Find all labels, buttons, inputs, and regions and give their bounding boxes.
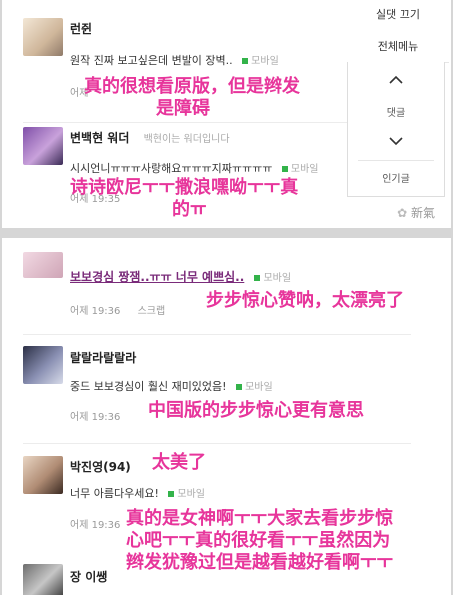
comment-body: 너무 아름다우세요! — [70, 487, 159, 500]
comment-panel-bottom: 보보경심 짱잼..ㅠㅠ 너무 예쁘심.. 모바일 어제 19:36 스크랩 步步… — [2, 238, 451, 595]
side-menu: 실댓 끄기 전체메뉴 댓글 인기글 — [347, 0, 449, 200]
comment-meta: 어제 19:36 스크랩 — [70, 302, 165, 317]
comment-time: 어제 19:36 — [70, 412, 121, 423]
avatar[interactable] — [23, 456, 63, 494]
comment-panel-top: 런쥔 원작 진짜 보고싶은데 변발이 장벽.. 모바일 어제 真的很想看原版，但… — [2, 0, 451, 228]
comment-body[interactable]: 보보경심 짱잼..ㅠㅠ 너무 예쁘심.. — [70, 270, 244, 284]
comment-time: 어제 19:36 — [70, 306, 121, 317]
comment-meta: 어제 19:36 — [70, 408, 120, 423]
divider — [23, 334, 411, 335]
full-menu-button[interactable]: 전체메뉴 — [347, 38, 449, 54]
chevron-up-icon[interactable] — [348, 72, 444, 88]
avatar[interactable] — [23, 127, 63, 165]
watermark-text: 新氣 — [410, 206, 435, 220]
translation-annotation: 步步惊心赞呐，太漂亮了 — [206, 290, 404, 311]
comment-author[interactable]: 장 이쌩 — [70, 568, 107, 585]
comment-author[interactable]: 랄랄라랄랄라 — [70, 349, 136, 366]
mobile-badge: 모바일 — [242, 56, 279, 67]
weibo-logo-icon: ✿ — [397, 206, 408, 220]
comment-body: 중드 보보경심이 훨신 재미있었음! — [70, 380, 227, 393]
translation-annotation: 真的是女神啊ㅜㅜ大家去看步步惊 心吧ㅜㅜ真的很好看ㅜㅜ虽然因为 辫发犹豫过但是越… — [126, 508, 394, 573]
side-nav-box: 댓글 인기글 — [347, 62, 445, 197]
avatar[interactable] — [23, 346, 63, 384]
comment-body: 시시언니ㅠㅠㅠ사랑해요ㅠㅠㅠ지짜ㅠㅠㅠㅠ — [70, 162, 273, 175]
comment-author[interactable]: 변백현 워더 — [70, 131, 129, 145]
author-intro: 백현이는 워더입니다 — [143, 134, 230, 145]
translation-annotation-short: 太美了 — [152, 452, 206, 473]
chevron-down-icon[interactable] — [348, 134, 444, 150]
scrap-link[interactable]: 스크랩 — [138, 306, 166, 317]
comment-author[interactable]: 런쥔 — [70, 20, 92, 37]
comment-meta: 어제 19:36 — [70, 516, 120, 531]
popular-posts-button[interactable]: 인기글 — [348, 170, 444, 185]
comment-time: 어제 19:36 — [70, 520, 121, 531]
translation-annotation: 中国版的步步惊心更有意思 — [148, 400, 364, 421]
divider — [23, 443, 411, 444]
translation-annotation: 真的很想看原版，但是辫发 是障碍 — [84, 76, 300, 119]
comment-text: 보보경심 짱잼..ㅠㅠ 너무 예쁘심.. 모바일 — [70, 268, 291, 285]
comment-text: 원작 진짜 보고싶은데 변발이 장벽.. 모바일 — [70, 52, 279, 68]
mobile-badge: 모바일 — [254, 273, 291, 284]
avatar[interactable] — [23, 18, 63, 56]
comment-author-line: 변백현 워더 백현이는 워더입니다 — [70, 129, 230, 146]
comment-author[interactable]: 박진영(94) — [70, 458, 131, 475]
watermark: ✿ 新氣 — [397, 204, 435, 221]
translation-annotation: 诗诗欧尼ㅜㅜ撒浪嘿呦ㅜㅜ真 的ㅠ — [70, 177, 299, 220]
comments-nav-button[interactable]: 댓글 — [348, 104, 444, 119]
divider — [358, 160, 434, 161]
live-comments-off-button[interactable]: 실댓 끄기 — [347, 6, 449, 22]
avatar[interactable] — [23, 564, 63, 595]
mobile-badge: 모바일 — [236, 382, 273, 393]
mobile-badge: 모바일 — [168, 489, 205, 500]
side-menu-top: 실댓 끄기 전체메뉴 — [347, 0, 449, 63]
comment-body: 원작 진짜 보고싶은데 변발이 장벽.. — [70, 54, 233, 67]
avatar[interactable] — [23, 252, 63, 278]
mobile-badge: 모바일 — [282, 164, 319, 175]
comment-text: 시시언니ㅠㅠㅠ사랑해요ㅠㅠㅠ지짜ㅠㅠㅠㅠ 모바일 — [70, 160, 319, 176]
comment-text: 중드 보보경심이 훨신 재미있었음! 모바일 — [70, 378, 273, 394]
comment-text: 너무 아름다우세요! 모바일 — [70, 485, 205, 501]
